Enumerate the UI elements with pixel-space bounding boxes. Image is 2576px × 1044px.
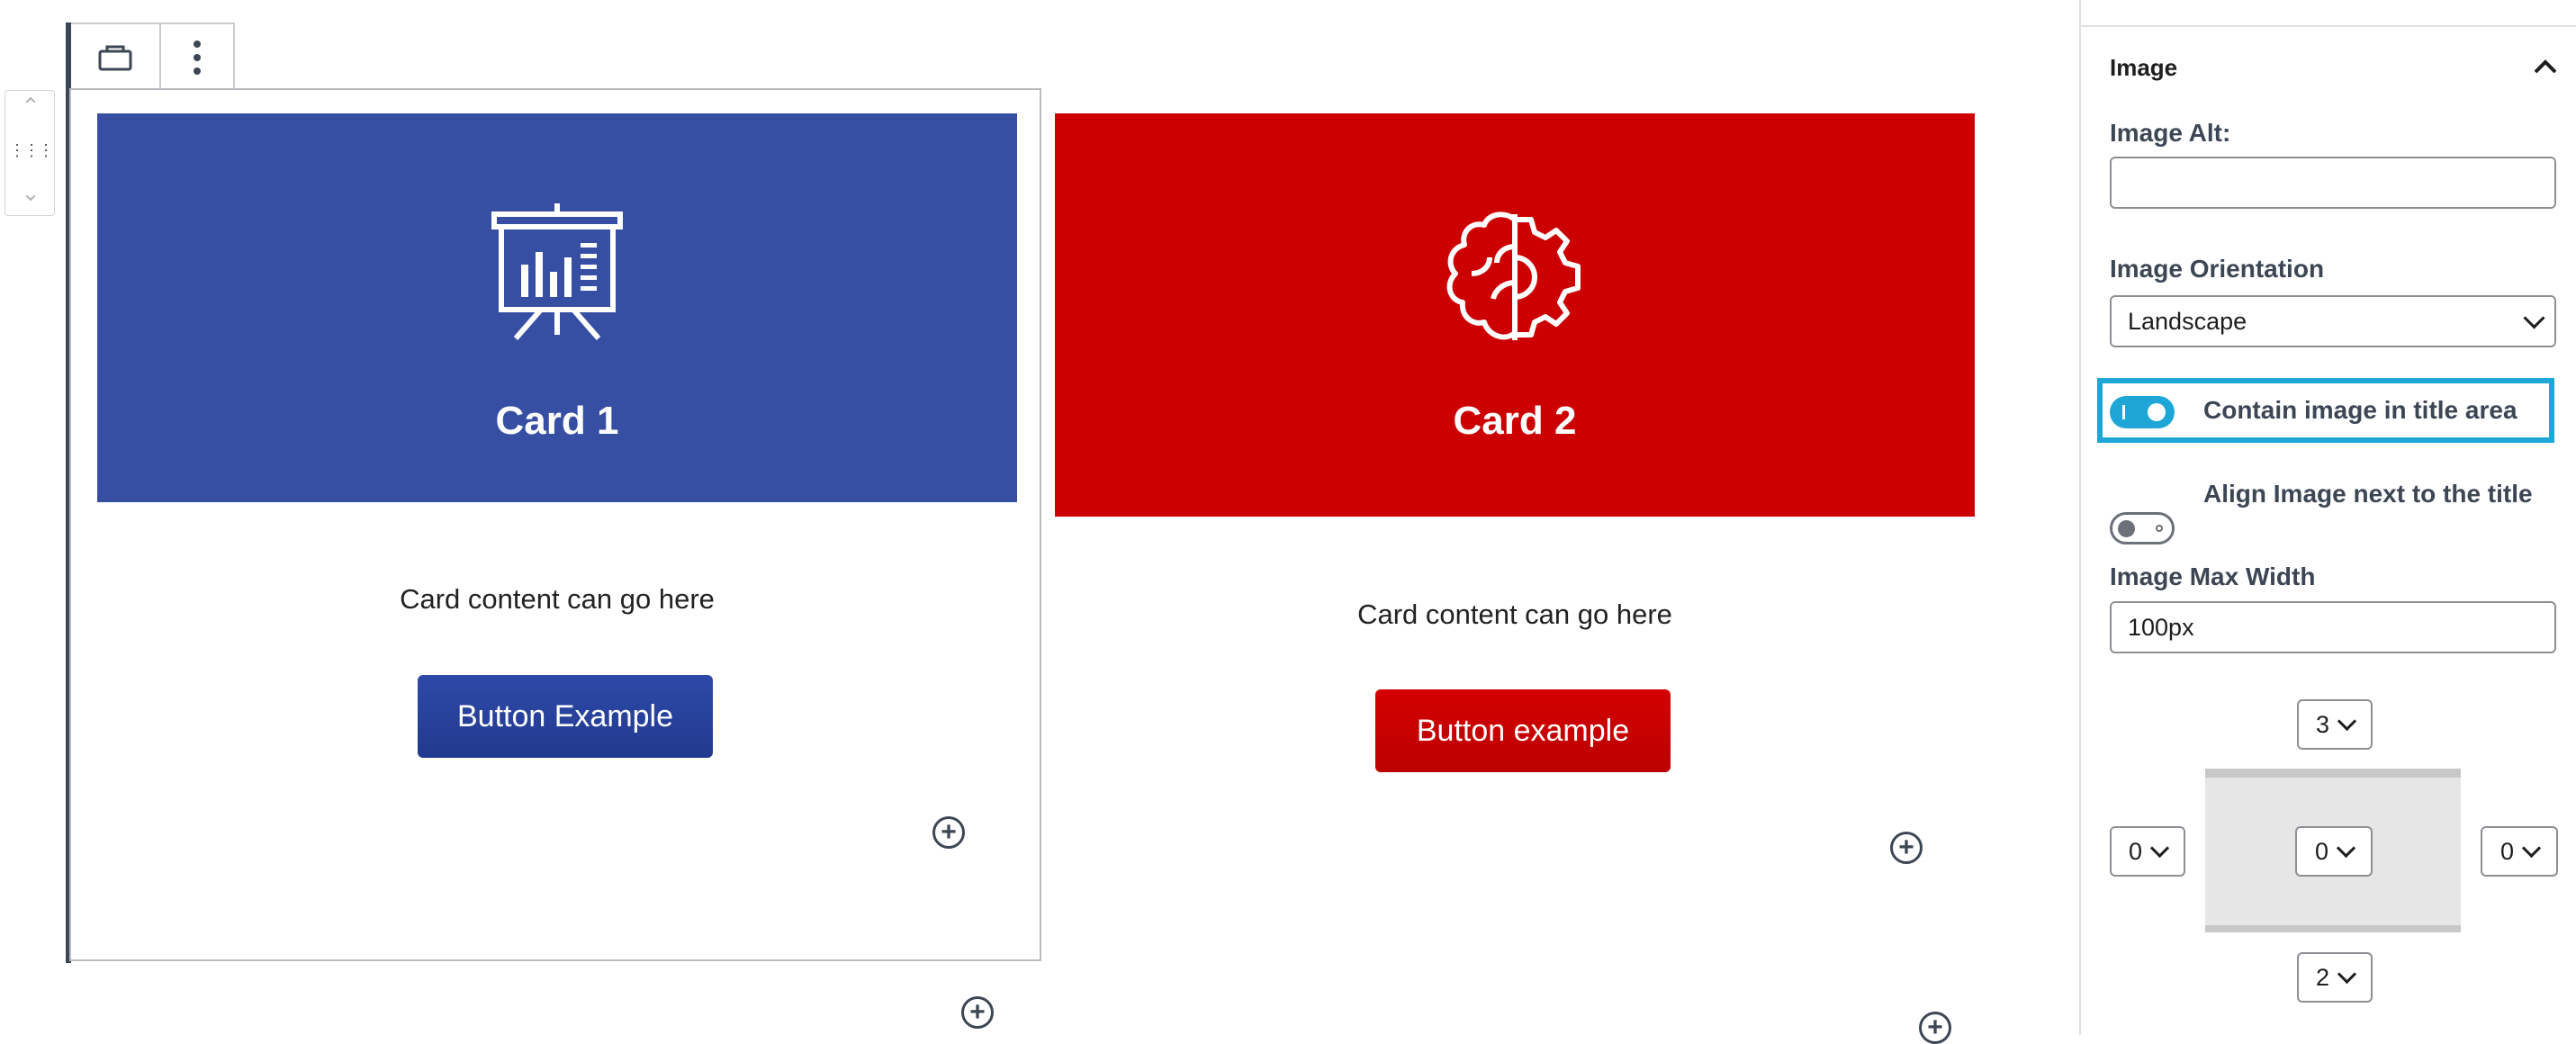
image-max-width-input[interactable]: 100px <box>2110 601 2556 653</box>
card-1-header: Card 1 <box>97 113 1017 502</box>
spacing-top-select[interactable]: 3 <box>2297 699 2373 750</box>
add-block-icon[interactable]: + <box>1919 1012 1951 1044</box>
panel-divider <box>2081 25 2576 27</box>
toggle-knob <box>2118 520 2135 537</box>
select-value: 0 <box>2499 837 2515 865</box>
chevron-down-icon <box>2337 964 2357 984</box>
presentation-chart-icon <box>491 202 624 345</box>
settings-sidebar: Image Image Alt: Image Orientation Lands… <box>2079 0 2576 1035</box>
select-value: 3 <box>2315 710 2330 738</box>
brain-gear-icon <box>1441 211 1589 348</box>
card-content[interactable]: Card content can go here <box>97 583 1017 616</box>
image-orientation-select[interactable]: Landscape <box>2110 295 2556 347</box>
card-title[interactable]: Card 2 <box>1454 399 1577 444</box>
image-orientation-label: Image Orientation <box>2110 255 2325 283</box>
more-vertical-icon[interactable] <box>170 37 224 78</box>
chevron-down-icon <box>2521 838 2542 858</box>
chevron-down-icon <box>2523 306 2545 329</box>
card-2-button[interactable]: Button example <box>1375 689 1671 772</box>
align-image-toggle[interactable] <box>2110 512 2175 544</box>
select-value: 2 <box>2315 963 2330 991</box>
chevron-down-icon <box>2149 838 2170 858</box>
image-alt-input[interactable] <box>2110 157 2556 209</box>
card-title[interactable]: Card 1 <box>496 399 619 444</box>
spacing-right-select[interactable]: 0 <box>2481 826 2558 877</box>
block-toolbar <box>68 22 235 89</box>
block-mover: ⌃ ⋮⋮⋮ ⌄ <box>5 90 55 216</box>
contain-image-toggle[interactable] <box>2110 396 2175 428</box>
contain-image-label[interactable]: Contain image in title area <box>2203 396 2517 425</box>
spacing-left-select[interactable]: 0 <box>2110 826 2185 877</box>
select-value: 0 <box>2314 837 2329 865</box>
card-content[interactable]: Card content can go here <box>1055 598 1975 631</box>
card-block-icon[interactable] <box>98 44 132 76</box>
select-value: Landscape <box>2128 307 2247 335</box>
toolbar-divider <box>159 24 161 89</box>
toggle-on-mark <box>2122 405 2125 419</box>
add-block-icon[interactable]: + <box>932 816 965 849</box>
chevron-up-icon[interactable]: ⌃ <box>5 94 56 118</box>
chevron-up-icon[interactable] <box>2533 56 2558 82</box>
add-block-icon[interactable]: + <box>1890 832 1923 864</box>
toggle-off-mark <box>2156 525 2163 532</box>
image-alt-label: Image Alt: <box>2110 119 2231 147</box>
add-block-icon[interactable]: + <box>961 996 994 1029</box>
card-1-button[interactable]: Button Example <box>418 675 713 758</box>
chevron-down-icon <box>2337 711 2357 731</box>
chevron-down-icon <box>2336 838 2356 858</box>
panel-title[interactable]: Image <box>2110 54 2177 82</box>
drag-handle-icon[interactable]: ⋮⋮⋮ <box>5 141 56 160</box>
spacing-bottom-select[interactable]: 2 <box>2297 952 2373 1003</box>
select-value: 0 <box>2128 837 2143 865</box>
card-2-header: Card 2 <box>1055 113 1975 517</box>
align-image-label[interactable]: Align Image next to the title <box>2203 480 2533 508</box>
spacing-center-select[interactable]: 0 <box>2295 826 2373 877</box>
image-max-width-label: Image Max Width <box>2110 562 2316 590</box>
toggle-knob <box>2148 403 2166 421</box>
chevron-down-icon[interactable]: ⌄ <box>5 181 56 204</box>
